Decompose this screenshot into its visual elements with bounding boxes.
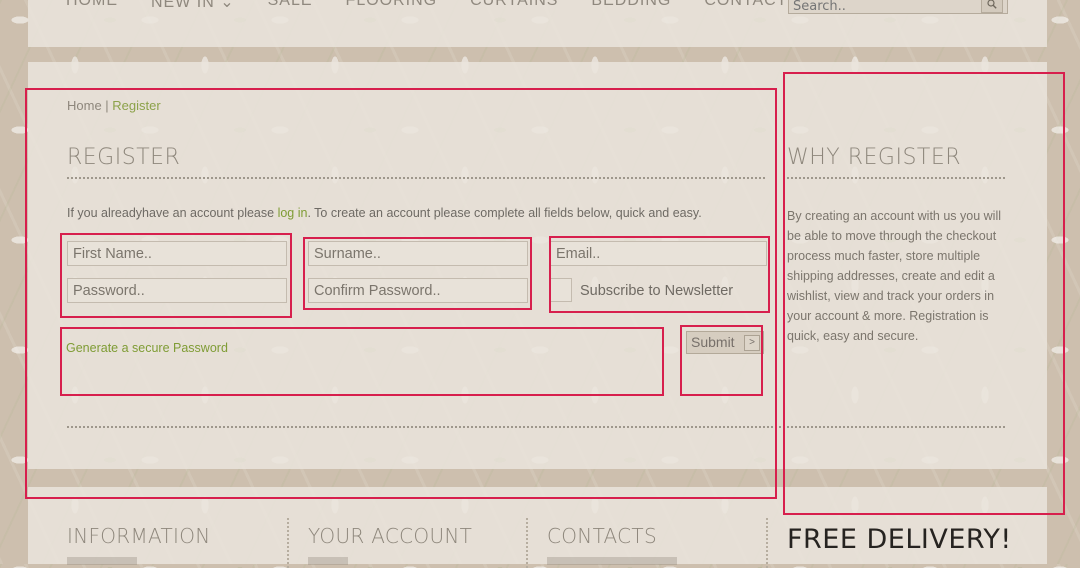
search-box xyxy=(788,0,1008,15)
nav-curtains[interactable]: CURTAINS xyxy=(470,0,558,12)
password-input[interactable] xyxy=(68,279,286,302)
subscribe-label[interactable]: Subscribe to Newsletter xyxy=(580,283,733,299)
confirm-password-input[interactable] xyxy=(309,279,527,302)
page-title: REGISTER xyxy=(67,145,181,170)
nav-new-in[interactable]: NEW IN ⌄ xyxy=(151,0,235,12)
why-register-heading: WHY REGISTER xyxy=(787,145,962,170)
password-field xyxy=(67,278,287,303)
subscribe-checkbox[interactable] xyxy=(550,278,572,302)
search-icon xyxy=(987,0,997,9)
nav-bedding[interactable]: BEDDING xyxy=(591,0,671,12)
login-link[interactable]: log in xyxy=(278,206,308,220)
nav-flooring[interactable]: FLOORING xyxy=(346,0,438,12)
search-button[interactable] xyxy=(981,0,1003,13)
nav-sale[interactable]: SALE xyxy=(268,0,313,12)
why-divider xyxy=(787,177,1005,179)
footer-divider xyxy=(526,518,528,568)
generate-password-link[interactable]: Generate a secure Password xyxy=(66,341,228,355)
surname-field xyxy=(308,241,528,266)
breadcrumb-current: Register xyxy=(112,98,161,113)
search-input[interactable] xyxy=(789,0,985,15)
footer-your-account-heading: YOUR ACCOUNT xyxy=(308,524,473,548)
nav-home[interactable]: HOME xyxy=(66,0,118,12)
free-delivery-banner: FREE DELIVERY! xyxy=(787,524,1012,555)
footer-divider xyxy=(766,518,768,568)
footer-divider xyxy=(287,518,289,568)
footer-contacts-heading: CONTACTS xyxy=(547,524,657,548)
first-name-field xyxy=(67,241,287,266)
breadcrumb: Home | Register xyxy=(67,98,161,113)
first-name-input[interactable] xyxy=(68,242,286,265)
footer-information-heading: INFORMATION xyxy=(67,524,211,548)
main-nav: HOME NEW IN ⌄ SALE FLOORING CURTAINS BED… xyxy=(66,0,850,12)
submit-label: Submit xyxy=(691,334,735,350)
confirm-password-field xyxy=(308,278,528,303)
breadcrumb-home[interactable]: Home xyxy=(67,98,102,113)
heading-divider xyxy=(67,177,765,179)
email-input[interactable] xyxy=(551,242,766,265)
form-bottom-divider xyxy=(67,426,1005,428)
intro-text-before: If you alreadyhave an account please xyxy=(67,206,278,220)
breadcrumb-separator: | xyxy=(101,98,113,113)
arrow-right-icon: > xyxy=(744,335,760,351)
intro-text-after: . To create an account please complete a… xyxy=(307,206,702,220)
intro-text: If you alreadyhave an account please log… xyxy=(67,206,702,220)
email-field xyxy=(550,241,767,266)
surname-input[interactable] xyxy=(309,242,527,265)
why-register-text: By creating an account with us you will … xyxy=(787,209,1001,343)
submit-button[interactable]: Submit > xyxy=(686,331,764,354)
